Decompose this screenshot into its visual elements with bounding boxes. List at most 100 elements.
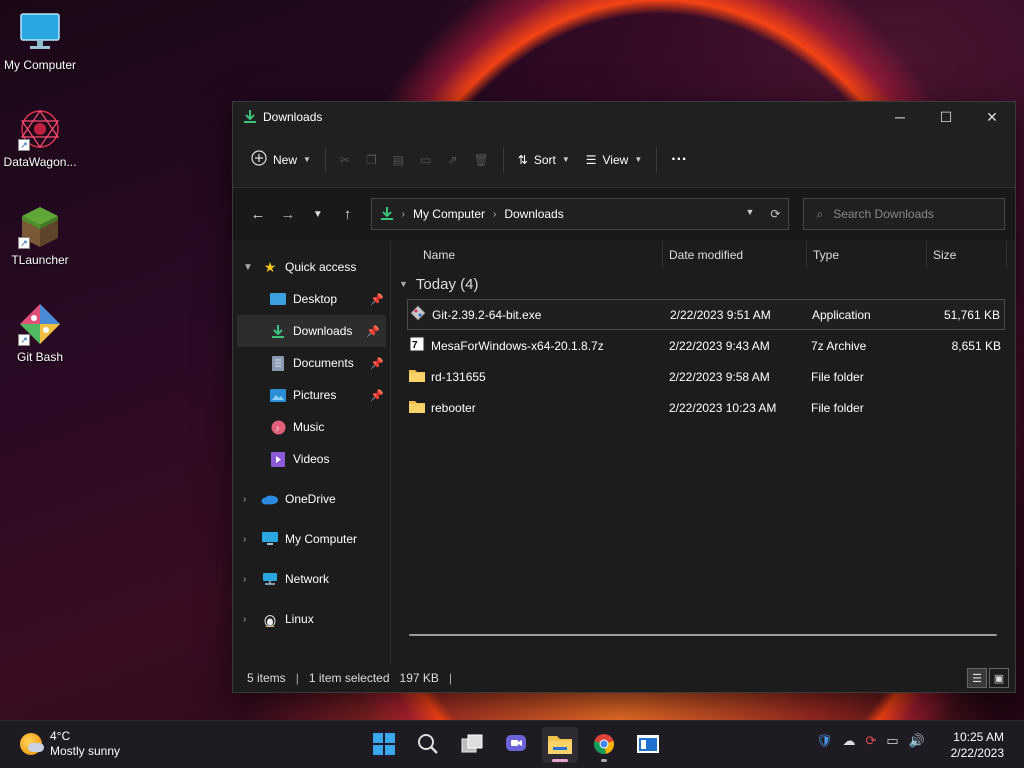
back-button[interactable]: ←	[243, 206, 273, 223]
clock[interactable]: 10:25 AM 2/22/2023	[951, 729, 1004, 761]
column-header-size[interactable]: Size	[927, 241, 1007, 269]
status-bar: 5 items | 1 item selected 197 KB | ☰ ▣	[233, 664, 1015, 692]
up-button[interactable]: ↑	[333, 206, 363, 223]
file-row-rd[interactable]: rd-131655 2/22/2023 9:58 AM File folder	[407, 361, 1005, 392]
file-size: 51,761 KB	[943, 307, 1000, 322]
nav-item-videos[interactable]: Videos	[233, 443, 390, 475]
file-type: File folder	[811, 400, 864, 415]
pin-icon: 📌	[370, 293, 384, 306]
chrome-taskbar-button[interactable]	[586, 727, 622, 763]
chevron-right-icon[interactable]: ›	[243, 494, 246, 505]
file-row-git[interactable]: Git-2.39.2-64-bit.exe 2/22/2023 9:51 AM …	[407, 299, 1005, 330]
start-button[interactable]	[366, 727, 402, 763]
search-button[interactable]	[410, 727, 446, 763]
desktop-icon-tlauncher[interactable]: ↗ TLauncher	[0, 205, 80, 267]
chevron-right-icon[interactable]: ›	[243, 574, 246, 585]
separator	[502, 147, 504, 172]
address-bar[interactable]: › My Computer › Downloads ▼ ⟳	[370, 198, 790, 230]
details-view-button[interactable]: ☰	[967, 668, 987, 688]
recent-locations-button[interactable]: ▼	[303, 209, 333, 220]
group-header-today[interactable]: ▼ Today (4)	[391, 269, 1015, 299]
nav-label: Pictures	[293, 388, 337, 402]
nav-label: Videos	[293, 452, 330, 466]
chevron-down-icon[interactable]: ▼	[745, 207, 754, 221]
plus-circle-icon	[251, 150, 267, 169]
chat-icon	[505, 733, 527, 758]
trash-icon: 🗑	[473, 152, 489, 167]
app-taskbar-button[interactable]	[630, 727, 666, 763]
close-button[interactable]: ✕	[969, 102, 1015, 132]
title-bar[interactable]: Downloads ─ ☐ ✕	[233, 102, 1015, 132]
nav-item-documents[interactable]: Documents 📌	[233, 347, 390, 379]
pin-icon: 📌	[370, 357, 384, 370]
search-placeholder: Search Downloads	[833, 207, 934, 221]
pin-icon: 📌	[366, 325, 380, 338]
nav-item-quick-access[interactable]: ▼ ★ Quick access	[233, 251, 390, 283]
column-header-name[interactable]: Name	[391, 241, 663, 269]
search-box[interactable]: ⌕ Search Downloads	[803, 198, 1005, 230]
desktop-icon-git-bash[interactable]: ↗ Git Bash	[0, 302, 80, 364]
nav-item-music[interactable]: ♪ Music	[233, 411, 390, 443]
cloud-offline-icon[interactable]: ☁	[843, 733, 856, 749]
file-name: rebooter	[431, 400, 476, 415]
desktop-icon-label: My Computer	[3, 58, 77, 72]
clock-time: 10:25 AM	[953, 730, 1004, 744]
minimize-button[interactable]: ─	[877, 102, 923, 132]
nav-item-my-computer[interactable]: › My Computer	[233, 523, 390, 555]
nav-item-desktop[interactable]: Desktop 📌	[233, 283, 390, 315]
sync-icon[interactable]: ⟳	[866, 733, 877, 749]
nav-item-onedrive[interactable]: › OneDrive	[233, 483, 390, 515]
monitor-icon	[261, 531, 279, 547]
breadcrumb-my-computer[interactable]: My Computer	[413, 207, 485, 221]
chevron-right-icon[interactable]: ›	[243, 534, 246, 545]
share-button[interactable]: ⇗	[439, 144, 465, 176]
file-list-pane: Name Date modified Type Size ▼ Today (4)…	[391, 241, 1015, 664]
new-button[interactable]: New ▼	[243, 144, 319, 176]
nav-item-linux[interactable]: › Linux	[233, 603, 390, 635]
breadcrumb-downloads[interactable]: Downloads	[504, 207, 563, 221]
security-warning-icon[interactable]: 🛡	[816, 733, 833, 749]
more-options-button[interactable]: ···	[663, 144, 695, 176]
nav-item-pictures[interactable]: Pictures 📌	[233, 379, 390, 411]
videos-icon	[269, 451, 287, 467]
nav-item-network[interactable]: › Network	[233, 563, 390, 595]
weather-widget[interactable]: 4°C Mostly sunny	[20, 729, 120, 759]
chevron-right-icon[interactable]: ›	[243, 614, 246, 625]
horizontal-scrollbar[interactable]	[409, 634, 997, 636]
nav-label: Desktop	[293, 292, 338, 306]
sort-button[interactable]: ⇅ Sort ▼	[510, 144, 578, 176]
display-icon[interactable]: ▭	[886, 733, 898, 749]
desktop-icon-datawagon[interactable]: ↗ DataWagon...	[0, 107, 80, 169]
separator	[324, 147, 326, 172]
nav-item-downloads[interactable]: Downloads 📌	[237, 315, 386, 347]
rename-button[interactable]: ▭	[412, 144, 439, 176]
chevron-right-icon: ›	[401, 208, 405, 220]
refresh-icon[interactable]: ⟳	[770, 207, 780, 221]
delete-button[interactable]: 🗑	[466, 144, 497, 176]
column-header-date[interactable]: Date modified	[663, 241, 807, 269]
tiles-view-button[interactable]: ▣	[989, 668, 1009, 688]
more-icon: ···	[671, 150, 688, 168]
view-button[interactable]: ☰ View ▼	[578, 144, 650, 176]
git-icon: ↗	[18, 302, 62, 346]
forward-button[interactable]: →	[273, 206, 303, 223]
paste-button[interactable]: ▤	[385, 144, 412, 176]
nav-label: Documents	[293, 356, 354, 370]
file-row-mesa[interactable]: 7 MesaForWindows-x64-20.1.8.7z 2/22/2023…	[407, 330, 1005, 361]
file-row-rebooter[interactable]: rebooter 2/22/2023 10:23 AM File folder	[407, 392, 1005, 423]
file-explorer-taskbar-button[interactable]	[542, 727, 578, 763]
chevron-down-icon[interactable]: ▼	[243, 262, 253, 273]
copy-button[interactable]: ❐	[358, 144, 385, 176]
column-header-type[interactable]: Type	[807, 241, 927, 269]
folder-icon	[548, 734, 572, 757]
task-view-button[interactable]	[454, 727, 490, 763]
pictures-icon	[269, 387, 287, 403]
volume-icon[interactable]: 🔊	[909, 733, 925, 749]
desktop-icon-my-computer[interactable]: My Computer	[0, 10, 80, 72]
cut-button[interactable]: ✂	[332, 144, 358, 176]
teams-chat-button[interactable]	[498, 727, 534, 763]
file-type: 7z Archive	[811, 338, 867, 353]
monitor-icon	[18, 10, 62, 54]
maximize-button[interactable]: ☐	[923, 102, 969, 132]
system-tray: 🛡 ☁ ⟳ ▭ 🔊	[816, 733, 925, 749]
